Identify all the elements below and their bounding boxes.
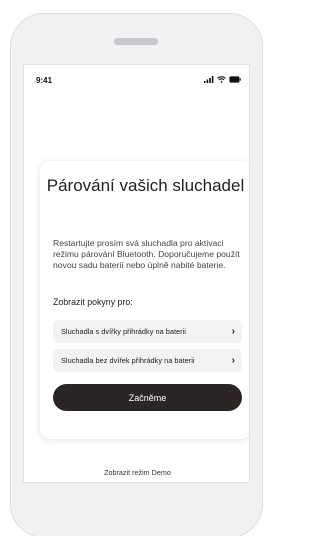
wifi-icon — [217, 76, 226, 83]
chevron-right-icon: › — [231, 325, 235, 337]
phone-speaker — [114, 38, 158, 45]
battery-icon — [229, 76, 241, 83]
pairing-card: Párování vašich sluchadel Restartujte pr… — [40, 161, 249, 439]
status-bar: 9:41 — [24, 65, 249, 93]
status-time: 9:41 — [36, 76, 53, 85]
chevron-right-icon: › — [231, 354, 235, 366]
phone-screen: 9:41 Párování vašich sluchadel Restartuj… — [23, 64, 250, 483]
app-stage: 9:41 Párování vašich sluchadel Restartuj… — [0, 0, 273, 536]
option-label: Sluchadla s dvířky přihrádky na baterii — [61, 327, 186, 336]
signal-icon — [204, 76, 214, 83]
instructions-section-label: Zobrazit pokyny pro: — [53, 297, 133, 307]
option-without-battery-door[interactable]: Sluchadla bez dvířek přihrádky na bateri… — [53, 349, 242, 372]
demo-mode-link[interactable]: Zobrazit režim Demo — [24, 468, 249, 477]
option-label: Sluchadla bez dvířek přihrádky na bateri… — [61, 356, 195, 365]
pairing-instructions: Restartujte prosím svá sluchadla pro akt… — [53, 238, 240, 270]
option-with-battery-door[interactable]: Sluchadla s dvířky přihrádky na baterii … — [53, 320, 242, 343]
page-title: Párování vašich sluchadel — [46, 176, 245, 195]
start-button[interactable]: Začněme — [53, 384, 242, 411]
status-icons — [204, 76, 241, 83]
